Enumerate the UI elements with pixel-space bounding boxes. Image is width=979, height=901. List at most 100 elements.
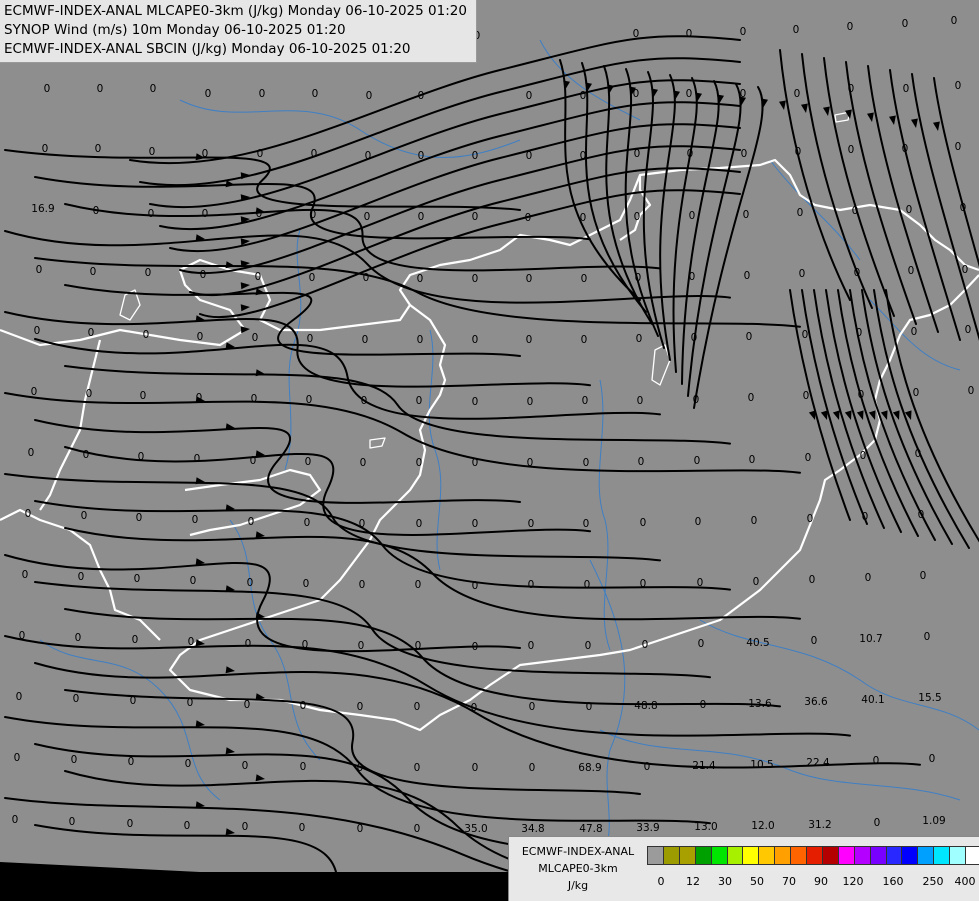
sbcin-value-label: 0 — [205, 88, 212, 100]
sbcin-value-label: 31.2 — [808, 819, 831, 831]
legend-swatch — [901, 846, 919, 865]
sbcin-value-label: 0 — [805, 452, 812, 464]
sbcin-value-label: 0 — [748, 392, 755, 404]
legend-swatch — [806, 846, 823, 865]
sbcin-value-label: 0 — [245, 638, 252, 650]
sbcin-value-label: 22.4 — [806, 757, 830, 769]
sbcin-value-label: 0 — [73, 693, 80, 705]
sbcin-value-label: 0 — [312, 88, 319, 100]
sbcin-value-label: 0 — [71, 754, 78, 766]
sbcin-value-label: 0 — [687, 148, 694, 160]
sbcin-value-label: 0 — [472, 457, 479, 469]
sbcin-value-label: 0 — [78, 571, 85, 583]
sbcin-value-label: 0 — [903, 83, 910, 95]
sbcin-value-label: 0 — [310, 209, 317, 221]
sbcin-value-label: 0 — [187, 697, 194, 709]
sbcin-value-label: 13.6 — [748, 698, 772, 710]
sbcin-value-label: 0 — [418, 150, 425, 162]
sbcin-value-label: 0 — [528, 518, 535, 530]
sbcin-value-label: 0 — [585, 640, 592, 652]
sbcin-value-label: 0 — [848, 83, 855, 95]
sbcin-value-label: 0 — [528, 640, 535, 652]
sbcin-value-label: 0 — [247, 577, 254, 589]
sbcin-value-label: 0 — [860, 450, 867, 462]
color-legend: ECMWF-INDEX-ANAL MLCAPE0-3km J/kg 0 12 30 5… — [508, 836, 979, 901]
sbcin-value-label: 0 — [307, 333, 314, 345]
sbcin-value-label: 0 — [184, 820, 191, 832]
legend-tick-label: 50 — [750, 875, 764, 888]
sbcin-value-label: 0 — [472, 580, 479, 592]
sbcin-value-label: 0 — [90, 266, 97, 278]
sbcin-value-label: 0 — [360, 457, 367, 469]
sbcin-value-label: 0 — [417, 334, 424, 346]
sbcin-value-label: 0 — [366, 90, 373, 102]
sbcin-value-label: 0 — [359, 518, 366, 530]
sbcin-value-label: 0 — [93, 205, 100, 217]
sbcin-value-label: 13.0 — [694, 821, 717, 833]
sbcin-value-label: 15.5 — [918, 692, 941, 704]
sbcin-value-label: 0 — [140, 390, 147, 402]
sbcin-value-label: 0 — [697, 577, 704, 589]
sbcin-value-label: 0 — [251, 393, 258, 405]
sbcin-value-label: 0 — [197, 331, 204, 343]
sbcin-value-label: 0 — [700, 699, 707, 711]
sbcin-value-label: 0 — [809, 574, 816, 586]
sbcin-value-label: 0 — [799, 268, 806, 280]
sbcin-value-label: 0 — [526, 90, 533, 102]
legend-swatch — [647, 846, 664, 865]
sbcin-value-label: 0 — [955, 141, 962, 153]
sbcin-value-label: 0 — [472, 211, 479, 223]
sbcin-value-label: 0 — [362, 334, 369, 346]
sbcin-value-label: 1.09 — [922, 815, 945, 827]
legend-tick-label: 400 — [954, 875, 976, 888]
sbcin-value-label: 0 — [42, 143, 49, 155]
legend-unit: J/kg — [567, 879, 589, 892]
sbcin-value-label: 0 — [691, 332, 698, 344]
sbcin-value-label: 0 — [88, 327, 95, 339]
sbcin-value-label: 0 — [873, 755, 880, 767]
sbcin-value-label: 0 — [359, 579, 366, 591]
sbcin-value-label: 0 — [472, 518, 479, 530]
legend-swatch — [869, 846, 887, 865]
sbcin-value-label: 0 — [244, 699, 251, 711]
sbcin-value-label: 0 — [416, 395, 423, 407]
sbcin-value-label: 0 — [634, 148, 641, 160]
sbcin-value-label: 40.5 — [746, 637, 769, 649]
sbcin-value-label: 0 — [16, 691, 23, 703]
sbcin-value-label: 0 — [906, 204, 913, 216]
sbcin-value-label: 0 — [299, 822, 306, 834]
sbcin-value-label: 0 — [28, 447, 35, 459]
sbcin-value-label: 0 — [637, 395, 644, 407]
sbcin-value-label: 0 — [31, 386, 38, 398]
legend-swatch — [965, 846, 979, 865]
sbcin-value-label: 0 — [357, 823, 364, 835]
sbcin-value-label: 0 — [25, 508, 32, 520]
legend-title-line2: MLCAPE0-3km — [538, 862, 618, 875]
sbcin-value-label: 0 — [145, 267, 152, 279]
sbcin-value-label: 0 — [913, 387, 920, 399]
sbcin-value-label: 0 — [12, 814, 19, 826]
sbcin-value-label: 0 — [202, 208, 209, 220]
sbcin-value-label: 0 — [811, 635, 818, 647]
weather-map[interactable]: 0 0 0 0 0 0 0 0 0 0 0 0 0 0 0 0 0 0 0 0 0 0 0 0 0 0 0 0 0 0 0 0 0 0 0 0 0 0 0 0… — [0, 0, 979, 900]
legend-swatch — [742, 846, 760, 865]
sbcin-value-label: 0 — [695, 516, 702, 528]
sbcin-value-label: 0 — [415, 640, 422, 652]
sbcin-value-label: 0 — [416, 518, 423, 530]
sbcin-value-label: 0 — [256, 208, 263, 220]
sbcin-value-label: 0 — [902, 18, 909, 30]
legend-swatch — [774, 846, 792, 865]
sbcin-value-label: 36.6 — [804, 696, 828, 708]
sbcin-value-label: 0 — [584, 579, 591, 591]
sbcin-value-label: 0 — [640, 578, 647, 590]
sbcin-value-label: 0 — [527, 457, 534, 469]
sbcin-value-label: 40.1 — [861, 694, 884, 706]
sbcin-value-label: 0 — [744, 270, 751, 282]
sbcin-value-label: 34.8 — [521, 823, 544, 835]
sbcin-value-label: 0 — [753, 576, 760, 588]
sbcin-value-label: 0 — [640, 517, 647, 529]
sbcin-value-label: 0 — [794, 88, 801, 100]
sbcin-value-label: 0 — [929, 753, 936, 765]
sbcin-value-label: 0 — [802, 329, 809, 341]
sbcin-value-label: 21.4 — [692, 760, 716, 772]
